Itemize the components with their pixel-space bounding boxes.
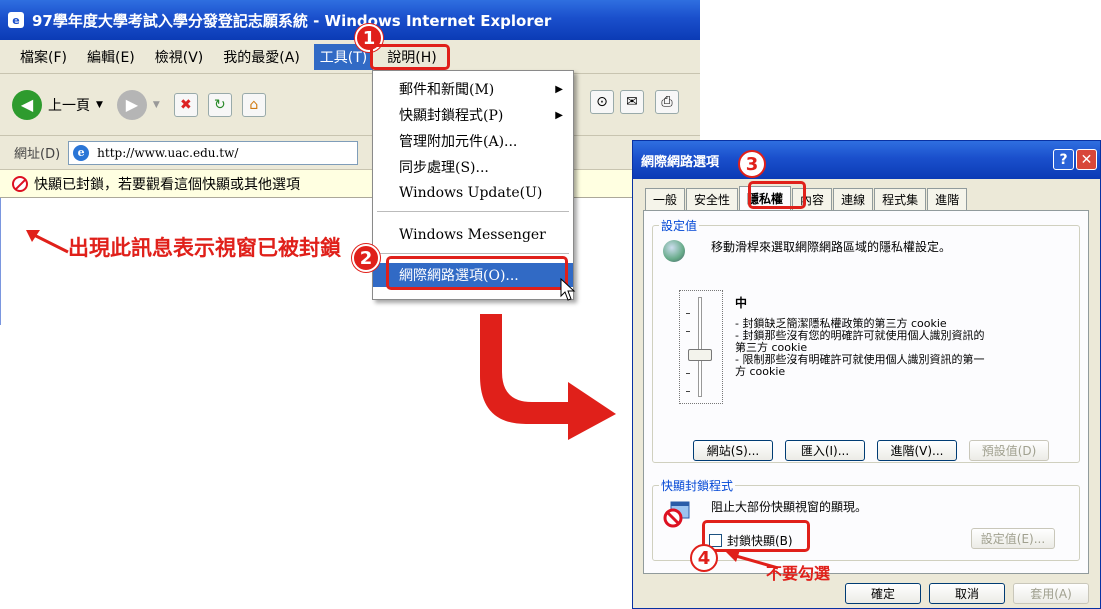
menu-separator [377,211,569,212]
stop-icon[interactable]: ✖ [173,92,198,117]
print-icon[interactable]: ⎙ [655,90,679,114]
dialog-titlebar[interactable]: 網際網路選項 [633,141,1100,179]
mail-icon[interactable]: ✉ [620,90,644,114]
back-arrow-icon: ◀ [12,89,42,120]
highlight-box-tools-menu [370,44,450,70]
menu-item-manage-addons[interactable]: 管理附加元件(A)... [373,129,573,153]
address-bar: 網址(D) e http://www.uac.edu.tw/ [0,136,700,170]
tab-strip: 一般 安全性 隱私權 內容 連線 程式集 進階 [645,186,968,210]
menu-item-windows-messenger[interactable]: Windows Messenger [373,223,573,247]
tab-general[interactable]: 一般 [645,188,686,210]
menu-separator [377,253,569,254]
privacy-level: 中 [735,296,748,310]
ok-button[interactable]: 確定 [845,583,921,604]
menu-item-mail-news[interactable]: 郵件和新聞(M) ▶ [373,77,573,101]
callout-2: 2 [352,244,380,272]
slider-tick [686,391,690,392]
tab-advanced[interactable]: 進階 [927,188,968,210]
desc-line: 方 cookie [735,365,786,378]
ie-menubar: 檔案(F) 編輯(E) 檢視(V) 我的最愛(A) 工具(T) 說明(H) [0,40,700,74]
ie-logo-icon: e [8,12,24,28]
mouse-cursor-icon [560,278,576,301]
refresh-icon[interactable]: ↻ [207,92,232,117]
popup-settings-button[interactable]: 設定值(E)... [971,528,1055,549]
advanced-button[interactable]: 進階(V)... [877,440,957,461]
big-red-arrow-icon [480,314,616,440]
ie-title: 97學年度大學考試入學分發登記志願系統 - Windows Internet E… [32,11,552,30]
ie-titlebar[interactable]: e 97學年度大學考試入學分發登記志願系統 - Windows Internet… [0,0,700,40]
settings-description: 移動滑桿來選取網際網路區域的隱私權設定。 [711,240,952,254]
apply-button[interactable]: 套用(A) [1013,583,1089,604]
menu-item-label: 快顯封鎖程式(P) [399,108,504,124]
history-icon[interactable]: ⊙ [590,90,614,114]
red-arrow-icon [26,230,69,254]
privacy-slider[interactable] [679,290,723,404]
forward-arrow-icon: ▶ [116,89,147,120]
tab-connections[interactable]: 連線 [833,188,874,210]
address-label: 網址(D) [14,147,61,162]
callout-3: 3 [738,150,766,178]
menu-favorites[interactable]: 我的最愛(A) [217,44,306,70]
callout-4: 4 [690,544,718,572]
menu-item-windows-update[interactable]: Windows Update(U) [373,181,573,205]
sites-button[interactable]: 網站(S)... [693,440,773,461]
tab-programs[interactable]: 程式集 [874,188,927,210]
privacy-level-description: - 封鎖缺乏簡潔隱私權政策的第三方 cookie - 封鎖那些沒有您的明確許可就… [735,318,1060,378]
dialog-title: 網際網路選項 [641,154,720,170]
home-icon[interactable]: ⌂ [241,92,266,117]
default-button[interactable]: 預設值(D) [969,440,1049,461]
slider-track [698,297,702,397]
ie-toolbar: ◀ 上一頁 ▼ ▶ ▼ ✖ ↻ ⌂ ⊙ ✉ ⎙ [0,74,700,136]
ie-window: e 97學年度大學考試入學分發登記志願系統 - Windows Internet… [0,0,700,325]
popup-blocker-icon [663,501,690,528]
highlight-box-internet-options [386,256,568,290]
dropdown-icon: ▼ [96,99,103,110]
slider-thumb[interactable] [688,349,712,361]
tab-security[interactable]: 安全性 [686,188,739,210]
url-text: http://www.uac.edu.tw/ [97,145,239,160]
menu-item-label: 管理附加元件(A)... [399,134,518,150]
dropdown-icon: ▼ [152,99,160,110]
menu-item-label: 同步處理(S)... [399,160,489,176]
menu-item-label: Windows Messenger [399,227,546,243]
slider-tick [686,331,690,332]
popup-blocker-description: 阻止大部份快顯視窗的顯現。 [711,500,868,514]
menu-item-label: 郵件和新聞(M) [399,82,495,98]
slider-tick [686,373,690,374]
infobar-text: 快顯已封鎖，若要觀看這個快顯或其他選項 [34,176,300,193]
cancel-button[interactable]: 取消 [929,583,1005,604]
blocked-annotation: 出現此訊息表示視窗已被封鎖 [68,236,341,260]
back-button[interactable]: ◀ 上一頁 ▼ [12,89,103,120]
menu-item-synchronize[interactable]: 同步處理(S)... [373,155,573,179]
menu-view[interactable]: 檢視(V) [149,44,210,70]
popup-blocker-group-title: 快顯封鎖程式 [659,477,736,494]
menu-item-popup-blocker[interactable]: 快顯封鎖程式(P) ▶ [373,103,573,127]
menu-item-label: Windows Update(U) [399,185,543,201]
globe-icon [663,240,685,262]
blocked-icon [12,175,28,192]
menu-edit[interactable]: 編輯(E) [81,44,141,70]
back-label: 上一頁 [48,97,90,114]
page-icon: e [73,144,90,161]
import-button[interactable]: 匯入(I)... [785,440,865,461]
settings-group-title: 設定值 [659,217,700,234]
highlight-box-privacy-tab [748,181,806,209]
do-not-check-note: 不要勾選 [766,564,831,583]
submenu-arrow-icon: ▶ [555,109,563,121]
forward-button[interactable]: ▶ ▼ [111,89,160,120]
slider-tick [686,313,690,314]
submenu-arrow-icon: ▶ [555,83,563,95]
menu-file[interactable]: 檔案(F) [14,44,73,70]
close-icon[interactable]: ✕ [1076,149,1097,170]
help-icon[interactable]: ? [1053,149,1074,170]
settings-group: 設定值 移動滑桿來選取網際網路區域的隱私權設定。 中 - 封鎖缺乏簡潔隱私權政策… [652,217,1080,463]
popup-blocked-infobar[interactable]: 快顯已封鎖，若要觀看這個快顯或其他選項 [0,170,700,198]
url-input[interactable]: e http://www.uac.edu.tw/ [68,140,359,165]
